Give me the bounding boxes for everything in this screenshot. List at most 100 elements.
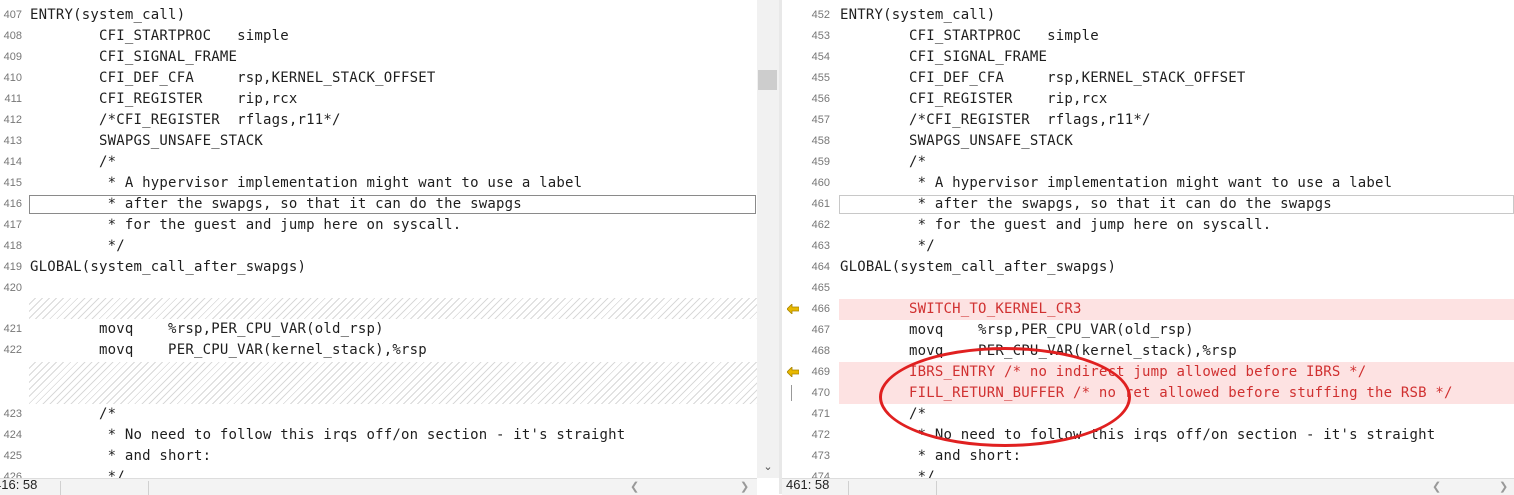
code-line[interactable]: 463 */ xyxy=(782,236,1514,257)
code-line[interactable]: 411 CFI_REGISTER rip,rcx xyxy=(0,89,757,110)
code-line[interactable]: 415 * A hypervisor implementation might … xyxy=(0,173,757,194)
line-number: 452 xyxy=(811,9,830,21)
arrow-left-icon[interactable] xyxy=(787,304,799,314)
line-number: 410 xyxy=(3,72,22,84)
chevron-left-icon[interactable]: ❮ xyxy=(1432,479,1441,495)
scrollbar-thumb[interactable] xyxy=(758,70,777,90)
line-number: 456 xyxy=(811,93,830,105)
status-separator xyxy=(848,481,849,495)
vertical-scrollbar[interactable]: ⌄ xyxy=(757,0,779,478)
code-line[interactable]: 464 GLOBAL(system_call_after_swapgs) xyxy=(782,257,1514,278)
code-line[interactable]: 465 xyxy=(782,278,1514,299)
code-text: * after the swapgs, so that it can do th… xyxy=(30,196,522,212)
code-line[interactable]: 473 * and short: xyxy=(782,446,1514,467)
code-line[interactable]: 421 movq %rsp,PER_CPU_VAR(old_rsp) xyxy=(0,319,757,340)
code-line[interactable]: 408 CFI_STARTPROC simple xyxy=(0,26,757,47)
line-number: 473 xyxy=(811,450,830,462)
line-number: 418 xyxy=(3,240,22,252)
code-line[interactable]: 452 ENTRY(system_call) xyxy=(782,5,1514,26)
code-line[interactable]: 424 * No need to follow this irqs off/on… xyxy=(0,425,757,446)
code-text: /* xyxy=(30,406,117,422)
code-line[interactable]: 456 CFI_REGISTER rip,rcx xyxy=(782,89,1514,110)
code-text: movq %rsp,PER_CPU_VAR(old_rsp) xyxy=(840,322,1194,338)
code-text: GLOBAL(system_call_after_swapgs) xyxy=(30,259,307,275)
line-number: 413 xyxy=(3,135,22,147)
code-line[interactable]: 462 * for the guest and jump here on sys… xyxy=(782,215,1514,236)
chevron-right-icon[interactable]: ❯ xyxy=(740,479,749,495)
code-line[interactable]: 422 movq PER_CPU_VAR(kernel_stack),%rsp xyxy=(0,340,757,361)
code-text: * after the swapgs, so that it can do th… xyxy=(840,196,1332,212)
missing-lines-placeholder xyxy=(29,362,757,404)
line-number: 409 xyxy=(3,51,22,63)
line-number: 457 xyxy=(811,114,830,126)
code-text: * for the guest and jump here on syscall… xyxy=(30,217,462,233)
right-diff-pane[interactable]: 452 ENTRY(system_call) 453 CFI_STARTPROC … xyxy=(782,0,1514,494)
code-line[interactable]: 454 CFI_SIGNAL_FRAME xyxy=(782,47,1514,68)
line-number: 422 xyxy=(3,344,22,356)
arrow-left-icon[interactable] xyxy=(787,367,799,377)
chevron-left-icon[interactable]: ❮ xyxy=(630,479,639,495)
chevron-down-icon[interactable]: ⌄ xyxy=(757,458,779,476)
line-number: 407 xyxy=(3,9,22,21)
code-line[interactable]: 417 * for the guest and jump here on sys… xyxy=(0,215,757,236)
code-text: CFI_REGISTER rip,rcx xyxy=(30,91,298,107)
code-line[interactable]: 420 xyxy=(0,278,757,299)
code-line[interactable]: 414 /* xyxy=(0,152,757,173)
code-line[interactable]: 412 /*CFI_REGISTER rflags,r11*/ xyxy=(0,110,757,131)
left-diff-pane[interactable]: 407 ENTRY(system_call) 408 CFI_STARTPROC … xyxy=(0,0,757,494)
code-line[interactable]: 472 * No need to follow this irqs off/on… xyxy=(782,425,1514,446)
code-text: * and short: xyxy=(840,448,1022,464)
code-line[interactable]: 460 * A hypervisor implementation might … xyxy=(782,173,1514,194)
line-number: 461 xyxy=(811,198,830,210)
line-number: 465 xyxy=(811,282,830,294)
line-number: 472 xyxy=(811,429,830,441)
code-line[interactable]: 407 ENTRY(system_call) xyxy=(0,5,757,26)
cursor-position: 416: 58 xyxy=(0,477,38,492)
cursor-position: 461: 58 xyxy=(786,477,830,492)
line-number: 421 xyxy=(3,323,22,335)
code-line[interactable]: 458 SWAPGS_UNSAFE_STACK xyxy=(782,131,1514,152)
code-line[interactable]: 413 SWAPGS_UNSAFE_STACK xyxy=(0,131,757,152)
code-text: CFI_STARTPROC simple xyxy=(30,28,289,44)
code-line[interactable]: 467 movq %rsp,PER_CPU_VAR(old_rsp) xyxy=(782,320,1514,341)
code-text: ENTRY(system_call) xyxy=(30,7,186,23)
line-number: 417 xyxy=(3,219,22,231)
code-text: */ xyxy=(840,238,935,254)
code-line[interactable]: 455 CFI_DEF_CFA rsp,KERNEL_STACK_OFFSET xyxy=(782,68,1514,89)
line-number: 467 xyxy=(811,324,830,336)
code-line[interactable]: 423 /* xyxy=(0,404,757,425)
code-line-current[interactable]: 461 * after the swapgs, so that it can d… xyxy=(782,194,1514,215)
code-text: CFI_SIGNAL_FRAME xyxy=(840,49,1048,65)
code-line[interactable]: 425 * and short: xyxy=(0,446,757,467)
chevron-right-icon[interactable]: ❯ xyxy=(1499,479,1508,495)
line-number: 408 xyxy=(3,30,22,42)
code-line-current[interactable]: 416 * after the swapgs, so that it can d… xyxy=(0,194,757,215)
code-text: */ xyxy=(30,238,125,254)
code-text: * for the guest and jump here on syscall… xyxy=(840,217,1272,233)
code-line[interactable]: 410 CFI_DEF_CFA rsp,KERNEL_STACK_OFFSET xyxy=(0,68,757,89)
code-text: /*CFI_REGISTER rflags,r11*/ xyxy=(840,112,1151,128)
line-number: 412 xyxy=(3,114,22,126)
code-line-added[interactable]: 466 SWITCH_TO_KERNEL_CR3 xyxy=(782,299,1514,320)
code-text: * and short: xyxy=(30,448,212,464)
change-block-connector xyxy=(791,385,792,401)
code-line[interactable]: 459 /* xyxy=(782,152,1514,173)
line-number: 411 xyxy=(4,93,22,105)
line-number: 463 xyxy=(811,240,830,252)
code-text: movq %rsp,PER_CPU_VAR(old_rsp) xyxy=(30,321,384,337)
code-line[interactable]: 418 */ xyxy=(0,236,757,257)
code-line[interactable]: 419 GLOBAL(system_call_after_swapgs) xyxy=(0,257,757,278)
line-number: 453 xyxy=(811,30,830,42)
code-line[interactable]: 409 CFI_SIGNAL_FRAME xyxy=(0,47,757,68)
code-line[interactable]: 453 CFI_STARTPROC simple xyxy=(782,26,1514,47)
code-text: CFI_DEF_CFA rsp,KERNEL_STACK_OFFSET xyxy=(840,70,1246,86)
code-text: SWAPGS_UNSAFE_STACK xyxy=(840,133,1073,149)
code-text: GLOBAL(system_call_after_swapgs) xyxy=(840,259,1117,275)
code-line[interactable]: 457 /*CFI_REGISTER rflags,r11*/ xyxy=(782,110,1514,131)
line-number: 420 xyxy=(3,282,22,294)
line-number: 468 xyxy=(811,345,830,357)
code-line[interactable]: 468 movq PER_CPU_VAR(kernel_stack),%rsp xyxy=(782,341,1514,362)
code-text: ENTRY(system_call) xyxy=(840,7,996,23)
line-number: 455 xyxy=(811,72,830,84)
left-status-bar: 416: 58 ❮ ❯ xyxy=(0,477,757,495)
